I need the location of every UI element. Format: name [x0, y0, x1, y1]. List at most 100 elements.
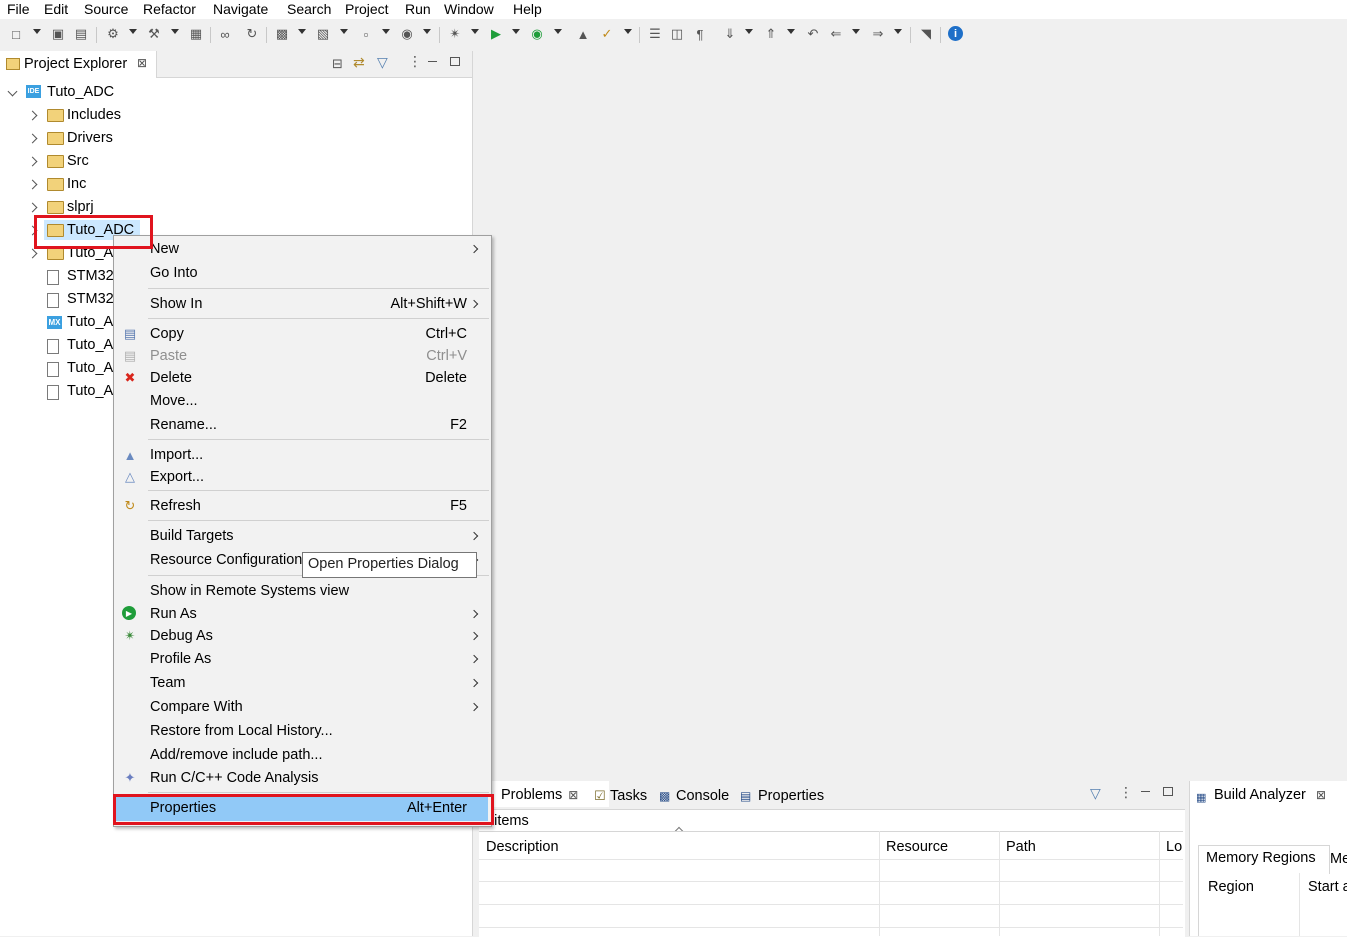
menu-item-rename[interactable]: Rename... F2 — [114, 415, 489, 435]
view-menu-icon[interactable]: ⋮ — [408, 53, 422, 70]
menu-refactor[interactable]: Refactor — [143, 0, 196, 19]
tab-project-explorer[interactable]: Project Explorer ⊠ — [0, 51, 157, 77]
collapse-all-icon[interactable]: ⊟ — [332, 56, 343, 72]
mx-file-icon: MX — [47, 316, 62, 329]
close-icon[interactable]: ⊠ — [137, 56, 147, 70]
link-icon[interactable]: ∞ — [216, 25, 234, 43]
tab-memory-regions[interactable]: Memory Regions — [1198, 845, 1330, 874]
menu-item-run-c-c-code-analysis[interactable]: ✦ Run C/C++ Code Analysis — [114, 768, 489, 788]
search-task-icon[interactable]: ✓ — [598, 25, 616, 43]
col-location[interactable]: Lo — [1166, 838, 1182, 860]
col-path[interactable]: Path — [1006, 838, 1036, 860]
col-resource[interactable]: Resource — [886, 838, 948, 860]
menu-source[interactable]: Source — [84, 0, 128, 19]
tree-item[interactable]: Src — [0, 150, 472, 172]
forward-icon[interactable]: ⇒ — [869, 25, 887, 43]
run-external-icon[interactable]: ◉ — [528, 25, 546, 43]
menu-item-new[interactable]: New — [114, 239, 489, 259]
info-icon[interactable]: i — [948, 26, 963, 41]
tree-item[interactable]: Drivers — [0, 127, 472, 149]
build-analyzer-title[interactable]: Build Analyzer — [1214, 787, 1306, 803]
close-icon[interactable]: ⊠ — [568, 788, 578, 802]
chevron-right-icon[interactable] — [27, 248, 38, 259]
menu-item-show-in-remote-systems-view[interactable]: Show in Remote Systems view — [114, 581, 489, 601]
back-icon[interactable]: ⇐ — [827, 25, 845, 43]
next-annotation-icon[interactable]: ⇓ — [721, 25, 739, 43]
tab-tasks[interactable]: Tasks — [610, 787, 647, 805]
new-cproject-icon[interactable]: ▩ — [273, 25, 291, 43]
save-all-icon[interactable]: ▤ — [72, 25, 90, 43]
chevron-right-icon[interactable] — [27, 202, 38, 213]
menu-item-move[interactable]: Move... — [114, 391, 489, 411]
tab-console[interactable]: Console — [676, 787, 729, 805]
menu-item-team[interactable]: Team — [114, 673, 489, 693]
pin-editor-icon[interactable]: ◥ — [917, 25, 935, 43]
last-edit-icon[interactable]: ↶ — [804, 25, 822, 43]
chevron-right-icon[interactable] — [27, 110, 38, 121]
menu-file[interactable]: File — [7, 0, 30, 19]
menu-edit[interactable]: Edit — [44, 0, 68, 19]
menu-item-export[interactable]: △ Export... — [114, 467, 489, 487]
menu-accelerator: Ctrl+V — [426, 348, 467, 364]
show-whitespace-icon[interactable]: ¶ — [691, 25, 709, 43]
open-type-icon[interactable]: ▲ — [574, 25, 592, 43]
tree-item[interactable]: Includes — [0, 104, 472, 126]
build-config-icon[interactable]: ◉ — [398, 25, 416, 43]
menu-project[interactable]: Project — [345, 0, 389, 19]
minimize-icon[interactable] — [428, 61, 437, 62]
new-folder-icon[interactable]: ▧ — [314, 25, 332, 43]
chevron-right-icon[interactable] — [27, 133, 38, 144]
menu-help[interactable]: Help — [513, 0, 542, 19]
refresh-icon[interactable]: ↻ — [243, 25, 261, 43]
link-editor-icon[interactable]: ⇄ — [353, 54, 365, 71]
tab-properties[interactable]: Properties — [758, 787, 824, 805]
save-icon[interactable]: ▣ — [49, 25, 67, 43]
menu-item-debug-as[interactable]: ✴ Debug As — [114, 626, 489, 646]
tab-problems[interactable]: Problems ⊠ — [483, 781, 609, 807]
col-start-address[interactable]: Start a — [1308, 879, 1347, 895]
menu-navigate[interactable]: Navigate — [213, 0, 268, 19]
menu-item-run-as[interactable]: ▶ Run As — [114, 604, 489, 624]
close-icon[interactable]: ⊠ — [1316, 788, 1326, 802]
menu-item-show-in[interactable]: Show In Alt+Shift+W — [114, 294, 489, 314]
settings-icon[interactable]: ⚙ — [104, 25, 122, 43]
menu-window[interactable]: Window — [444, 0, 494, 19]
chevron-right-icon[interactable] — [27, 156, 38, 167]
col-region[interactable]: Region — [1208, 879, 1254, 895]
menu-run[interactable]: Run — [405, 0, 431, 19]
filter-icon[interactable]: ▽ — [1090, 785, 1101, 802]
new-icon[interactable]: □ — [7, 25, 25, 43]
explorer-title: Project Explorer — [24, 56, 128, 72]
menu-item-copy[interactable]: ▤ Copy Ctrl+C — [114, 324, 489, 344]
block-select-icon[interactable]: ◫ — [668, 25, 686, 43]
new-class-icon[interactable]: ▫ — [357, 25, 375, 43]
tab-memory-details[interactable]: Me — [1330, 851, 1347, 867]
binary-icon[interactable]: ▦ — [187, 25, 205, 43]
menu-item-build-targets[interactable]: Build Targets — [114, 526, 489, 546]
view-menu-icon[interactable]: ⋮ — [1119, 784, 1133, 801]
run-icon[interactable]: ▶ — [487, 25, 505, 43]
filter-icon[interactable]: ▽ — [377, 54, 388, 71]
prev-annotation-icon[interactable]: ⇑ — [762, 25, 780, 43]
menu-item-compare-with[interactable]: Compare With — [114, 697, 489, 717]
tree-root[interactable]: IDE Tuto_ADC — [0, 81, 472, 103]
menu-item-restore-from-local-history[interactable]: Restore from Local History... — [114, 721, 489, 741]
menu-item-delete[interactable]: ✖ Delete Delete — [114, 368, 489, 388]
menu-item-import[interactable]: ▲ Import... — [114, 445, 489, 465]
menu-item-refresh[interactable]: ↻ Refresh F5 — [114, 496, 489, 516]
debug-bug-icon[interactable]: ✴ — [446, 25, 464, 43]
tree-item[interactable]: Inc — [0, 173, 472, 195]
chevron-right-icon[interactable] — [27, 179, 38, 190]
menu-item-add-remove-include-path[interactable]: Add/remove include path... — [114, 745, 489, 765]
toggle-mark-icon[interactable]: ☰ — [646, 25, 664, 43]
menu-accelerator: Ctrl+C — [425, 326, 468, 342]
menu-item-go-into[interactable]: Go Into — [114, 263, 489, 283]
menu-search[interactable]: Search — [287, 0, 331, 19]
menu-item-profile-as[interactable]: Profile As — [114, 649, 489, 669]
col-description[interactable]: Description — [486, 838, 559, 860]
build-hammer-icon[interactable]: ⚒ — [145, 25, 163, 43]
maximize-icon[interactable] — [450, 57, 460, 66]
maximize-icon[interactable] — [1163, 787, 1173, 796]
menu-item-label: Resource Configuration — [150, 552, 303, 568]
minimize-icon[interactable] — [1141, 791, 1150, 792]
